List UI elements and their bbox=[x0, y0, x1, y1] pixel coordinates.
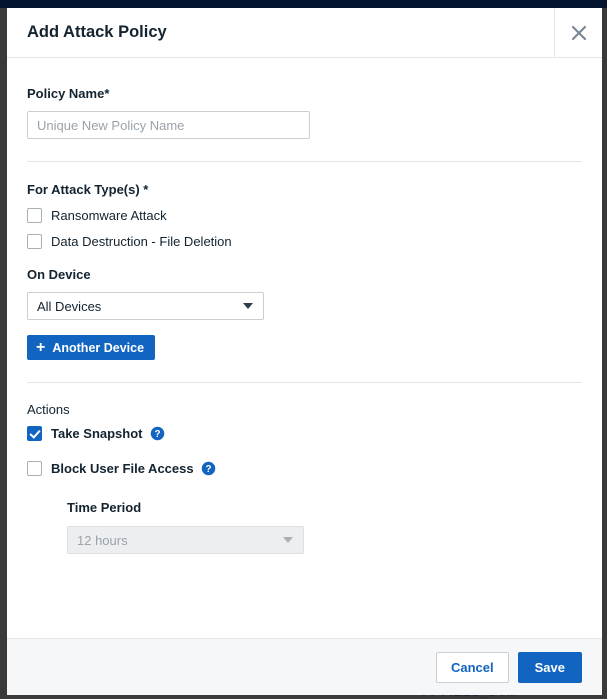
checkbox-label: Block User File Access bbox=[51, 461, 194, 476]
checkbox-row-block-user-file-access[interactable]: Block User File Access ? bbox=[27, 461, 582, 476]
svg-text:?: ? bbox=[205, 464, 211, 475]
cancel-button[interactable]: Cancel bbox=[436, 652, 509, 683]
checkbox-take-snapshot[interactable] bbox=[27, 426, 42, 441]
left-gutter bbox=[0, 8, 7, 695]
close-button[interactable] bbox=[554, 8, 602, 57]
add-another-device-button[interactable]: + Another Device bbox=[27, 335, 155, 360]
chevron-down-icon bbox=[243, 303, 253, 309]
policy-name-label: Policy Name* bbox=[27, 86, 582, 101]
add-another-device-label: Another Device bbox=[52, 341, 144, 355]
checkbox-data-destruction[interactable] bbox=[27, 234, 42, 249]
dialog-body: Policy Name* For Attack Type(s) * Ransom… bbox=[7, 58, 602, 638]
help-circle-icon[interactable]: ? bbox=[201, 461, 216, 476]
help-circle-icon[interactable]: ? bbox=[150, 426, 165, 441]
svg-text:?: ? bbox=[154, 429, 160, 440]
actions-label: Actions bbox=[27, 402, 582, 417]
attack-types-label: For Attack Type(s) * bbox=[27, 182, 582, 197]
dialog-title: Add Attack Policy bbox=[7, 8, 554, 57]
checkbox-ransomware-attack[interactable] bbox=[27, 208, 42, 223]
checkbox-label: Ransomware Attack bbox=[51, 208, 167, 223]
checkbox-label: Take Snapshot bbox=[51, 426, 143, 441]
right-gutter bbox=[602, 8, 607, 695]
on-device-selected-value: All Devices bbox=[37, 299, 101, 314]
dialog-footer: Cancel Save bbox=[7, 638, 602, 695]
checkbox-label: Data Destruction - File Deletion bbox=[51, 234, 232, 249]
checkbox-block-user-file-access[interactable] bbox=[27, 461, 42, 476]
add-attack-policy-dialog: Add Attack Policy Policy Name* For Attac… bbox=[7, 8, 602, 695]
checkbox-row-take-snapshot[interactable]: Take Snapshot ? bbox=[27, 426, 582, 441]
time-period-select: 12 hours bbox=[67, 526, 304, 554]
save-button[interactable]: Save bbox=[518, 652, 582, 683]
dialog-header: Add Attack Policy bbox=[7, 8, 602, 58]
close-icon bbox=[569, 23, 589, 43]
checkbox-row-data-destruction[interactable]: Data Destruction - File Deletion bbox=[27, 234, 582, 249]
checkbox-row-ransomware-attack[interactable]: Ransomware Attack bbox=[27, 208, 582, 223]
plus-icon: + bbox=[36, 340, 45, 356]
chevron-down-icon bbox=[283, 537, 293, 543]
time-period-selected-value: 12 hours bbox=[77, 533, 128, 548]
time-period-label: Time Period bbox=[67, 500, 582, 515]
on-device-select[interactable]: All Devices bbox=[27, 292, 264, 320]
policy-name-input[interactable] bbox=[27, 111, 310, 139]
app-top-bar bbox=[0, 0, 607, 8]
on-device-label: On Device bbox=[27, 267, 582, 282]
